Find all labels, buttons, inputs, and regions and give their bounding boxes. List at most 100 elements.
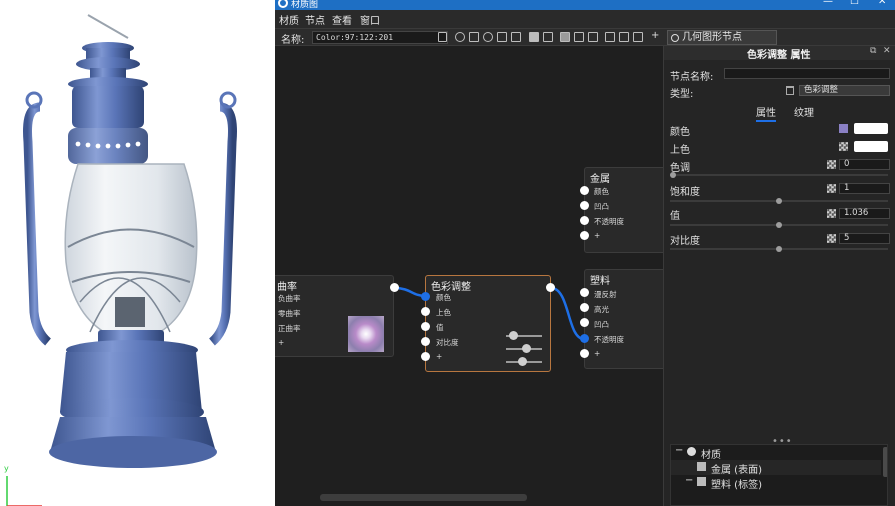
port-plastic-add-in[interactable] <box>580 349 589 358</box>
tint-texture-icon[interactable] <box>839 142 848 151</box>
node-plastic[interactable]: 塑料 漫反射 高光 凹凸 不透明度 + <box>584 269 663 369</box>
color-label: 颜色 <box>670 127 690 138</box>
menu-bar: 材质 节点 查看 窗口 <box>275 10 895 28</box>
undock-icon[interactable]: ⧉ <box>870 46 876 56</box>
color-swatch[interactable] <box>854 123 888 134</box>
collapse-icon[interactable]: − <box>675 445 683 456</box>
hue-slider[interactable] <box>670 174 888 176</box>
cube-icon[interactable] <box>469 32 479 42</box>
color-texture-icon[interactable] <box>839 124 848 133</box>
name-field[interactable]: Color:97:122:201 <box>312 31 448 44</box>
plastic-icon <box>697 477 706 486</box>
port-tint-in[interactable] <box>421 307 430 316</box>
menu-window[interactable]: 窗口 <box>360 12 380 27</box>
contrast-field[interactable]: 5 <box>839 233 890 244</box>
save-icon[interactable] <box>438 32 447 42</box>
delete-icon[interactable] <box>543 32 553 42</box>
saturation-field[interactable]: 1 <box>839 183 890 194</box>
align-icon[interactable] <box>497 32 507 42</box>
maximize-icon[interactable]: ☐ <box>850 0 859 7</box>
tree-row-material[interactable]: − 材质 <box>671 445 881 461</box>
saturation-texture-icon[interactable] <box>827 184 836 193</box>
value-field[interactable]: 1.036 <box>839 208 890 219</box>
geometry-node-button[interactable]: 几何图形节点 <box>667 30 777 45</box>
ungroup-icon[interactable] <box>588 32 598 42</box>
port-plastic-diffuse-in[interactable] <box>580 288 589 297</box>
port-plastic-opacity-in[interactable] <box>580 334 589 343</box>
collapse-icon[interactable]: − <box>685 475 693 486</box>
type-dropdown[interactable]: 色彩调整 <box>799 85 890 96</box>
value-slider-knob[interactable] <box>776 222 782 228</box>
close-icon[interactable]: ✕ <box>878 0 886 7</box>
preview-slider-knob <box>509 331 518 340</box>
port-label: 颜色 <box>594 187 609 196</box>
node-metal[interactable]: 金属 颜色 凹凸 不透明度 + <box>584 167 663 253</box>
panel-title: 色彩调整 属性 <box>747 50 811 61</box>
target-icon[interactable] <box>483 32 493 42</box>
material-graph-window: 材质图 — ☐ ✕ 材质 节点 查看 窗口 名称: Color:97:122:2… <box>275 0 895 506</box>
tree-row-plastic[interactable]: − 塑料 (标签) <box>671 475 881 491</box>
horizontal-scrollbar[interactable] <box>320 494 527 501</box>
minimize-icon[interactable]: — <box>823 0 833 7</box>
port-curvature-out[interactable] <box>390 283 399 292</box>
frame-icon[interactable] <box>619 32 629 42</box>
svg-text:y: y <box>4 464 9 473</box>
node-curvature[interactable]: 曲率 负曲率 零曲率 正曲率 + <box>275 275 394 357</box>
port-plastic-specular-in[interactable] <box>580 303 589 312</box>
panel-close-icon[interactable]: ✕ <box>883 46 891 56</box>
menu-material[interactable]: 材质 <box>279 12 299 27</box>
port-label: 凹凸 <box>594 320 609 329</box>
connect-icon[interactable] <box>605 32 615 42</box>
port-add-in[interactable] <box>421 352 430 361</box>
saturation-slider-knob[interactable] <box>776 198 782 204</box>
contrast-texture-icon[interactable] <box>827 234 836 243</box>
contrast-slider-knob[interactable] <box>776 246 782 252</box>
tint-label: 上色 <box>670 145 690 156</box>
port-metal-add-in[interactable] <box>580 231 589 240</box>
trash-icon[interactable] <box>786 86 794 95</box>
tree-scrollbar[interactable] <box>883 447 887 477</box>
plus-icon[interactable]: + <box>651 30 661 41</box>
group-icon[interactable] <box>574 32 584 42</box>
grid-icon[interactable] <box>633 32 643 42</box>
menu-view[interactable]: 查看 <box>332 12 352 27</box>
port-color-adjust-out[interactable] <box>546 283 555 292</box>
port-color-in[interactable] <box>421 292 430 301</box>
port-value-in[interactable] <box>421 322 430 331</box>
value-texture-icon[interactable] <box>827 209 836 218</box>
menu-node[interactable]: 节点 <box>305 12 325 27</box>
port-label: 零曲率 <box>278 309 301 318</box>
arrange-icon[interactable] <box>511 32 521 42</box>
copy-icon[interactable] <box>529 32 539 42</box>
port-metal-bump-in[interactable] <box>580 201 589 210</box>
wire-color-adjust-to-plastic <box>550 286 585 341</box>
port-label: + <box>594 349 601 358</box>
tab-texture[interactable]: 纹理 <box>794 104 814 119</box>
hue-texture-icon[interactable] <box>827 160 836 169</box>
layout-icon[interactable] <box>560 32 570 42</box>
port-label: 漫反射 <box>594 290 617 299</box>
3d-viewport[interactable]: y <box>0 0 275 506</box>
sphere-icon[interactable] <box>455 32 465 42</box>
port-plastic-bump-in[interactable] <box>580 318 589 327</box>
port-metal-opacity-in[interactable] <box>580 216 589 225</box>
preview-slider-knob <box>518 357 527 366</box>
node-title: 色彩调整 <box>431 282 471 293</box>
port-contrast-in[interactable] <box>421 337 430 346</box>
port-label: 高光 <box>594 305 609 314</box>
tint-swatch[interactable] <box>854 141 888 152</box>
node-name-field[interactable] <box>724 68 890 79</box>
geometry-node-label: 几何图形节点 <box>682 32 742 43</box>
port-label: 不透明度 <box>594 335 624 344</box>
curvature-preview-thumbnail <box>348 316 384 352</box>
port-label: 负曲率 <box>278 294 301 303</box>
hue-field[interactable]: 0 <box>839 159 890 170</box>
hue-slider-knob[interactable] <box>670 172 676 178</box>
node-title: 曲率 <box>277 282 297 293</box>
node-graph-canvas[interactable]: 曲率 负曲率 零曲率 正曲率 + 色彩调整 颜色 上色 值 对比度 + 金属 颜… <box>275 46 663 506</box>
tab-properties[interactable]: 属性 <box>756 104 776 122</box>
port-label: 对比度 <box>436 338 459 347</box>
tree-row-metal[interactable]: 金属 (表面) <box>671 460 881 476</box>
node-color-adjust[interactable]: 色彩调整 颜色 上色 值 对比度 + <box>425 275 551 372</box>
port-metal-color-in[interactable] <box>580 186 589 195</box>
